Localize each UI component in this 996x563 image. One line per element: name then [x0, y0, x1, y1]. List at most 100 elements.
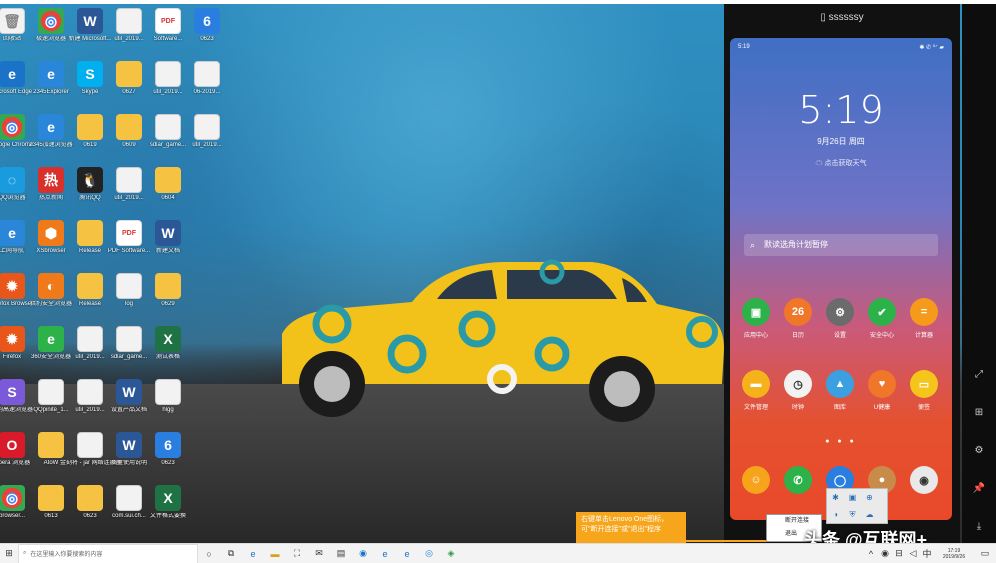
- task-view-icon[interactable]: ⧉: [220, 544, 242, 563]
- notification-icon[interactable]: ▭: [974, 544, 996, 563]
- doc-icon: [194, 114, 220, 140]
- phone-app[interactable]: ▲ 图库: [820, 370, 860, 411]
- phone-app-icon: ☺: [742, 466, 770, 494]
- phone-app[interactable]: ☺: [736, 466, 776, 494]
- search-icon: ⌕: [23, 550, 27, 556]
- network-icon[interactable]: ⊕: [862, 490, 877, 505]
- desktop-icon-label: 0604: [161, 195, 175, 201]
- desktop-icon[interactable]: hlgg: [138, 379, 198, 414]
- phone-app-label: 日历: [791, 333, 804, 339]
- phone-device-icon: ▯: [820, 12, 826, 23]
- phone-app-icon: ✔: [868, 298, 896, 326]
- edge-icon[interactable]: e: [242, 544, 264, 563]
- desktop-icon[interactable]: 6 0623: [177, 8, 237, 43]
- phone-search-placeholder: 默读选角计划暂停: [764, 240, 828, 249]
- desktop-icon-label: 测试表格: [155, 354, 180, 360]
- phone-screen[interactable]: 5:19 ✱ ✆ ⁰ᐟ ▰ 5:19 9月26日 周四 ☁ 点击获取天气 ⌕ 默…: [730, 38, 952, 520]
- side-toolbar-button[interactable]: ⊞: [970, 404, 988, 422]
- phone-app[interactable]: = 计算器: [904, 298, 944, 339]
- phone-app-icon: 26: [784, 298, 812, 326]
- phone-app[interactable]: ⚙ 设置: [820, 298, 860, 339]
- phone-app-icon: ⚙: [826, 298, 854, 326]
- phone-app-icon: ✆: [784, 466, 812, 494]
- phone-app[interactable]: ◷ 时钟: [778, 370, 818, 411]
- phone-app-label: 计算器: [914, 333, 933, 339]
- side-toolbar-button[interactable]: ⤓: [970, 518, 988, 536]
- phone-app-icon: ▭: [910, 370, 938, 398]
- desktop-icon[interactable]: X 文件格式要换: [138, 485, 198, 520]
- desktop-icon[interactable]: 0629: [138, 273, 198, 308]
- ie-icon[interactable]: e: [374, 544, 396, 563]
- desktop-icon[interactable]: 6 0623: [138, 432, 198, 467]
- phone-app-label: 设置: [833, 333, 846, 339]
- phone-app[interactable]: ▬ 文件管理: [736, 370, 776, 411]
- desktop-icon-label: 0623: [200, 36, 214, 42]
- desktop-icon[interactable]: W 新建文档: [138, 220, 198, 255]
- start-button[interactable]: ⊞: [0, 544, 18, 563]
- lockscreen-weather[interactable]: ☁ 点击获取天气: [730, 158, 952, 168]
- desktop-icon-label: 0623: [161, 460, 175, 466]
- phone-app[interactable]: ✆: [778, 466, 818, 494]
- taskbar-search-box[interactable]: ⌕ 在这里输入你要搜索的内容: [18, 543, 198, 563]
- side-toolbar-button[interactable]: ⚙: [970, 442, 988, 460]
- phone-app-label: 时钟: [791, 405, 804, 411]
- phone-app-label: 安全中心: [869, 333, 894, 339]
- app-tray-icon[interactable]: ▣: [845, 490, 860, 505]
- phone-side-toolbar: ⤢ ⊞ ⚙ 📌 ⤓: [962, 4, 996, 550]
- word-icon: W: [155, 220, 181, 246]
- desktop-icon[interactable]: util_2019...: [177, 114, 237, 149]
- phone-app[interactable]: ✔ 安全中心: [862, 298, 902, 339]
- desktop-icon-label: util_2019...: [192, 142, 222, 148]
- browser-icon[interactable]: ◉: [352, 544, 374, 563]
- lenovo-one-icon[interactable]: ◑: [828, 507, 843, 522]
- network-icon[interactable]: ⊟: [892, 544, 906, 563]
- desktop-icon-label: 0629: [161, 301, 175, 307]
- desktop-icon[interactable]: X 测试表格: [138, 326, 198, 361]
- screenshot-frame: 🗑 回收站 ◎ 极速浏览器 W 新建 Microsoft... util_2019... PD…: [0, 4, 996, 550]
- phone-mirror-panel: ▯ ssssssy 5:19 ✱ ✆ ⁰ᐟ ▰ 5:19 9月26日 周四 ☁ …: [724, 4, 960, 550]
- phone-device-header: ▯ ssssssy: [724, 12, 960, 23]
- ie-icon-2[interactable]: e: [396, 544, 418, 563]
- bluetooth-icon[interactable]: ✱: [828, 490, 843, 505]
- page-indicator: ● ● ●: [825, 438, 857, 445]
- phone-app[interactable]: ▣ 应用中心: [736, 298, 776, 339]
- desktop-icon[interactable]: 0604: [138, 167, 198, 202]
- taskbar-search-placeholder: 在这里输入你要搜索的内容: [30, 552, 103, 558]
- store-icon[interactable]: ⛶: [286, 544, 308, 563]
- cloud-icon[interactable]: ☁: [862, 507, 877, 522]
- phone-search-bar[interactable]: ⌕ 默读选角计划暂停: [744, 234, 938, 256]
- phone-status-bar: 5:19 ✱ ✆ ⁰ᐟ ▰: [738, 44, 944, 51]
- file-explorer-icon[interactable]: ▬: [264, 544, 286, 563]
- phone-app-label: 便签: [917, 405, 930, 411]
- fold-icon: [155, 167, 181, 193]
- phone-app-icon: ♥: [868, 370, 896, 398]
- app-icon[interactable]: ▤: [330, 544, 352, 563]
- xls-icon: X: [155, 326, 181, 352]
- tray-overflow-popup: ✱ ▣ ⊕ ◑ ⛨ ☁: [826, 488, 888, 524]
- doc-icon: [194, 61, 220, 87]
- phone-app-icon: =: [910, 298, 938, 326]
- taskbar-clock[interactable]: 17:19 2019/9/26: [934, 544, 974, 563]
- side-toolbar-button[interactable]: ⤢: [970, 366, 988, 384]
- side-toolbar-button[interactable]: 📌: [970, 480, 988, 498]
- callout-arrow: [686, 540, 766, 542]
- blue-icon: 6: [194, 8, 220, 34]
- chevron-up-icon[interactable]: ^: [864, 544, 878, 563]
- app-taskbar-icon[interactable]: ◈: [440, 544, 462, 563]
- cortana-icon[interactable]: ○: [198, 544, 220, 563]
- phone-app[interactable]: 26 日历: [778, 298, 818, 339]
- input-method[interactable]: 中: [920, 544, 934, 563]
- phone-app[interactable]: ▭ 便签: [904, 370, 944, 411]
- phone-app-label: 文件管理: [743, 405, 768, 411]
- phone-app-icon: ▲: [826, 370, 854, 398]
- mail-icon[interactable]: ✉: [308, 544, 330, 563]
- yellow-car-illustration: [282, 259, 724, 422]
- chrome-taskbar-icon[interactable]: ◎: [418, 544, 440, 563]
- phone-app[interactable]: ◉: [904, 466, 944, 494]
- tray-app-icon[interactable]: ◉: [878, 544, 892, 563]
- phone-app[interactable]: ♥ U健康: [862, 370, 902, 411]
- desktop-icon[interactable]: 06-2019...: [177, 61, 237, 96]
- security-icon[interactable]: ⛨: [845, 507, 860, 522]
- desktop-icon-label: 文件格式要换: [149, 513, 186, 519]
- volume-icon[interactable]: ◁: [906, 544, 920, 563]
